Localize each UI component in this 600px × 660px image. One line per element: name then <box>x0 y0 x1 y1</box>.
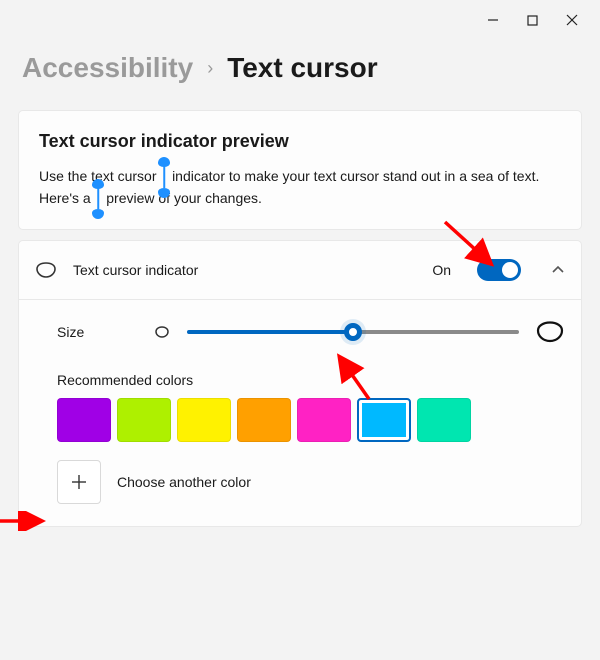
preview-title: Text cursor indicator preview <box>39 131 561 152</box>
slider-thumb[interactable] <box>344 323 362 341</box>
breadcrumb-prev[interactable]: Accessibility <box>22 52 193 84</box>
close-icon <box>566 14 578 26</box>
preview-description: Use the text cursor indicator to make yo… <box>39 166 561 209</box>
color-swatch-5[interactable] <box>357 398 411 442</box>
colors-label: Recommended colors <box>57 372 565 388</box>
text-cursor-indicator-preview-1 <box>160 166 168 188</box>
size-row: Size <box>35 320 565 344</box>
color-swatches <box>57 398 565 442</box>
size-slider[interactable] <box>187 330 519 334</box>
color-swatch-0[interactable] <box>57 398 111 442</box>
color-swatch-2[interactable] <box>177 398 231 442</box>
minimize-button[interactable] <box>487 14 499 26</box>
color-swatch-4[interactable] <box>297 398 351 442</box>
preview-card: Text cursor indicator preview Use the te… <box>18 110 582 230</box>
add-color-button[interactable] <box>57 460 101 504</box>
close-button[interactable] <box>566 14 578 26</box>
color-swatch-6[interactable] <box>417 398 471 442</box>
maximize-button[interactable] <box>527 14 538 26</box>
breadcrumb: Accessibility › Text cursor <box>0 34 600 110</box>
indicator-toggle[interactable] <box>477 259 521 281</box>
choose-color-row: Choose another color <box>57 460 565 504</box>
indicator-row[interactable]: Text cursor indicator On <box>19 241 581 300</box>
color-swatch-3[interactable] <box>237 398 291 442</box>
preview-text-c: preview of your changes. <box>106 190 262 206</box>
color-swatch-1[interactable] <box>117 398 171 442</box>
text-cursor-indicator-preview-2 <box>95 188 103 210</box>
indicator-expanded: Size Recommended colors Choose another c… <box>19 300 581 526</box>
window-controls <box>0 0 600 34</box>
size-min-icon <box>153 325 171 339</box>
drop-icon <box>35 261 57 279</box>
size-max-icon <box>535 320 565 344</box>
maximize-icon <box>527 15 538 26</box>
chevron-up-icon[interactable] <box>551 263 565 277</box>
choose-color-label: Choose another color <box>117 474 251 490</box>
indicator-state: On <box>432 262 451 278</box>
minimize-icon <box>487 14 499 26</box>
chevron-right-icon: › <box>207 58 213 79</box>
size-label: Size <box>57 324 137 340</box>
indicator-card: Text cursor indicator On Size Recommende… <box>18 240 582 527</box>
plus-icon <box>70 473 88 491</box>
breadcrumb-current: Text cursor <box>227 52 377 84</box>
indicator-label: Text cursor indicator <box>73 262 416 278</box>
